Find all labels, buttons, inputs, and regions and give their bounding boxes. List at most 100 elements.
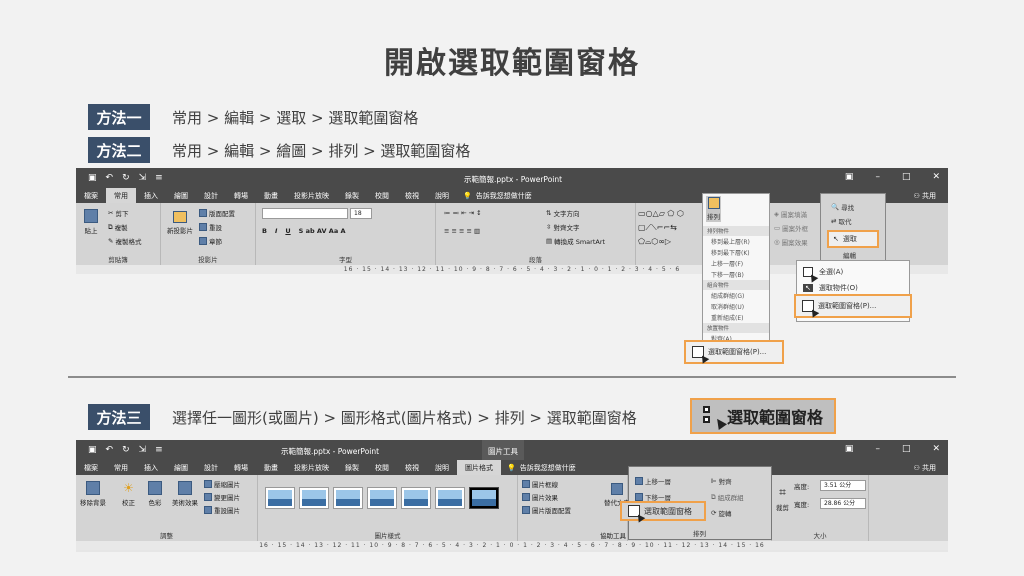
tab-picture-format[interactable]: 圖片格式: [457, 460, 501, 475]
tab-transitions[interactable]: 轉場: [226, 188, 256, 203]
tab-home[interactable]: 常用: [106, 460, 136, 475]
compress-button[interactable]: 壓縮圖片: [204, 479, 240, 489]
select-objects-item[interactable]: ↖ 選取物件(O): [803, 283, 858, 293]
font-size-field[interactable]: 18: [350, 208, 372, 219]
regroup-item[interactable]: 重新組成(E): [703, 312, 769, 323]
remove-background-button[interactable]: 移除背景: [80, 481, 106, 507]
paste-button[interactable]: 貼上: [84, 209, 98, 235]
reset-picture-button[interactable]: 重設圖片: [204, 505, 240, 515]
bring-forward-item[interactable]: 上移一層(F): [703, 258, 769, 269]
arrange-selection-pane-button[interactable]: 選取範圍窗格: [620, 501, 706, 521]
rotate-button[interactable]: ⟳ 旋轉: [711, 508, 731, 518]
list-buttons[interactable]: ≔ ≕ ⇤ ⇥ ↕: [444, 209, 482, 217]
corrections-button[interactable]: ☀ 校正: [122, 481, 135, 507]
ribbon-display-icon[interactable]: ▣: [845, 172, 854, 182]
maximize-icon[interactable]: □: [902, 172, 911, 182]
tab-record[interactable]: 錄製: [337, 460, 367, 475]
ribbon-display-icon[interactable]: ▣: [845, 444, 854, 454]
tab-file[interactable]: 檔案: [76, 460, 106, 475]
undo-icon[interactable]: ↶: [106, 445, 114, 455]
tab-file[interactable]: 檔案: [76, 188, 106, 203]
send-backward-item[interactable]: 下移一層(B): [703, 269, 769, 280]
close-icon[interactable]: ✕: [932, 444, 940, 454]
change-picture-button[interactable]: 變更圖片: [204, 492, 240, 502]
tab-view[interactable]: 檢視: [397, 188, 427, 203]
tell-me-search[interactable]: 💡 告訴我您想做什麼: [463, 191, 532, 201]
customize-icon[interactable]: ≡: [155, 445, 163, 455]
style-thumb[interactable]: [368, 488, 396, 508]
select-all-item[interactable]: 全選(A): [803, 267, 843, 277]
tab-help[interactable]: 說明: [427, 188, 457, 203]
tab-help[interactable]: 說明: [427, 460, 457, 475]
format-painter-button[interactable]: ✎ 複製格式: [108, 236, 141, 246]
style-thumb[interactable]: [436, 488, 464, 508]
tab-draw[interactable]: 繪圖: [166, 460, 196, 475]
close-icon[interactable]: ✕: [932, 172, 940, 182]
text-direction-button[interactable]: ⇅ 文字方向: [546, 208, 579, 218]
section-button[interactable]: 章節: [199, 236, 222, 246]
share-button[interactable]: ⚇ 共用: [913, 191, 936, 201]
save-icon[interactable]: ▣: [88, 173, 97, 183]
align-buttons[interactable]: ≡ ≡ ≡ ≡ ▥: [444, 227, 480, 235]
reset-button[interactable]: 重設: [199, 222, 222, 232]
smartart-button[interactable]: ▤ 轉換成 SmartArt: [546, 236, 605, 246]
copy-button[interactable]: ⧉ 複製: [108, 222, 128, 233]
select-button[interactable]: ↖ 選取: [827, 230, 879, 248]
arrange-button[interactable]: 排列: [706, 196, 721, 222]
width-field[interactable]: 28.86 公分: [820, 498, 866, 509]
tab-review[interactable]: 校閱: [367, 460, 397, 475]
tab-home[interactable]: 常用: [106, 188, 136, 203]
tab-slideshow[interactable]: 投影片放映: [286, 188, 337, 203]
tab-insert[interactable]: 插入: [136, 188, 166, 203]
cut-button[interactable]: ✂ 剪下: [108, 208, 128, 218]
tell-me-search[interactable]: 💡 告訴我您想做什麼: [507, 463, 576, 473]
find-button[interactable]: 🔍 尋找: [831, 202, 854, 212]
shapes-gallery[interactable]: ▭○△▱ ⬠ ⬡: [638, 209, 684, 218]
shape-effect-button[interactable]: ◎ 圖案效果: [774, 237, 808, 247]
height-field[interactable]: 3.51 公分: [820, 480, 866, 491]
ungroup-item[interactable]: 取消群組(U): [703, 301, 769, 312]
styles-gallery[interactable]: [266, 488, 498, 508]
align-text-button[interactable]: ⇳ 對齊文字: [546, 222, 579, 232]
tab-animations[interactable]: 動畫: [256, 188, 286, 203]
tab-design[interactable]: 設計: [196, 460, 226, 475]
select-menu-selection-pane-item[interactable]: 選取範圍窗格(P)...: [794, 294, 912, 318]
group-button[interactable]: ⧉ 組成群組: [711, 492, 744, 503]
style-thumb[interactable]: [266, 488, 294, 508]
redo-icon[interactable]: ↻: [122, 445, 130, 455]
tab-draw[interactable]: 繪圖: [166, 188, 196, 203]
share-button[interactable]: ⚇ 共用: [913, 463, 936, 473]
tab-view[interactable]: 檢視: [397, 460, 427, 475]
align-button[interactable]: ⊫ 對齊: [711, 476, 732, 486]
tab-insert[interactable]: 插入: [136, 460, 166, 475]
maximize-icon[interactable]: □: [902, 444, 911, 454]
start-icon[interactable]: ⇲: [139, 445, 147, 455]
bring-to-front-item[interactable]: 移到最上層(R): [703, 236, 769, 247]
tab-record[interactable]: 錄製: [337, 188, 367, 203]
customize-icon[interactable]: ≡: [155, 173, 163, 183]
bring-forward-button[interactable]: 上移一層: [635, 476, 671, 486]
save-icon[interactable]: ▣: [88, 445, 97, 455]
crop-button[interactable]: ⌗ 裁剪: [776, 485, 789, 512]
style-thumb[interactable]: [470, 488, 498, 508]
style-thumb[interactable]: [300, 488, 328, 508]
layout-button[interactable]: 版面配置: [199, 208, 235, 218]
color-button[interactable]: 色彩: [148, 481, 162, 507]
replace-button[interactable]: ⇄ 取代: [831, 216, 851, 226]
minimize-icon[interactable]: –: [875, 172, 880, 182]
shape-fill-button[interactable]: ◈ 圖案填滿: [774, 209, 807, 219]
shapes-gallery-row2[interactable]: ▢⟋⟍⌐⌐⇆: [638, 223, 677, 233]
send-to-back-item[interactable]: 移到最下層(K): [703, 247, 769, 258]
redo-icon[interactable]: ↻: [122, 173, 130, 183]
tab-slideshow[interactable]: 投影片放映: [286, 460, 337, 475]
shape-outline-button[interactable]: ▭ 圖案外框: [774, 223, 808, 233]
new-slide-button[interactable]: 新投影片: [167, 211, 193, 235]
style-thumb[interactable]: [402, 488, 430, 508]
arrange-selection-pane-item[interactable]: 選取範圍窗格(P)...: [684, 340, 784, 364]
tab-transitions[interactable]: 轉場: [226, 460, 256, 475]
shapes-gallery-row3[interactable]: ⬠⌓⬡∞▷: [638, 237, 671, 247]
tab-animations[interactable]: 動畫: [256, 460, 286, 475]
minimize-icon[interactable]: –: [875, 444, 880, 454]
tab-design[interactable]: 設計: [196, 188, 226, 203]
font-name-field[interactable]: [262, 208, 348, 219]
